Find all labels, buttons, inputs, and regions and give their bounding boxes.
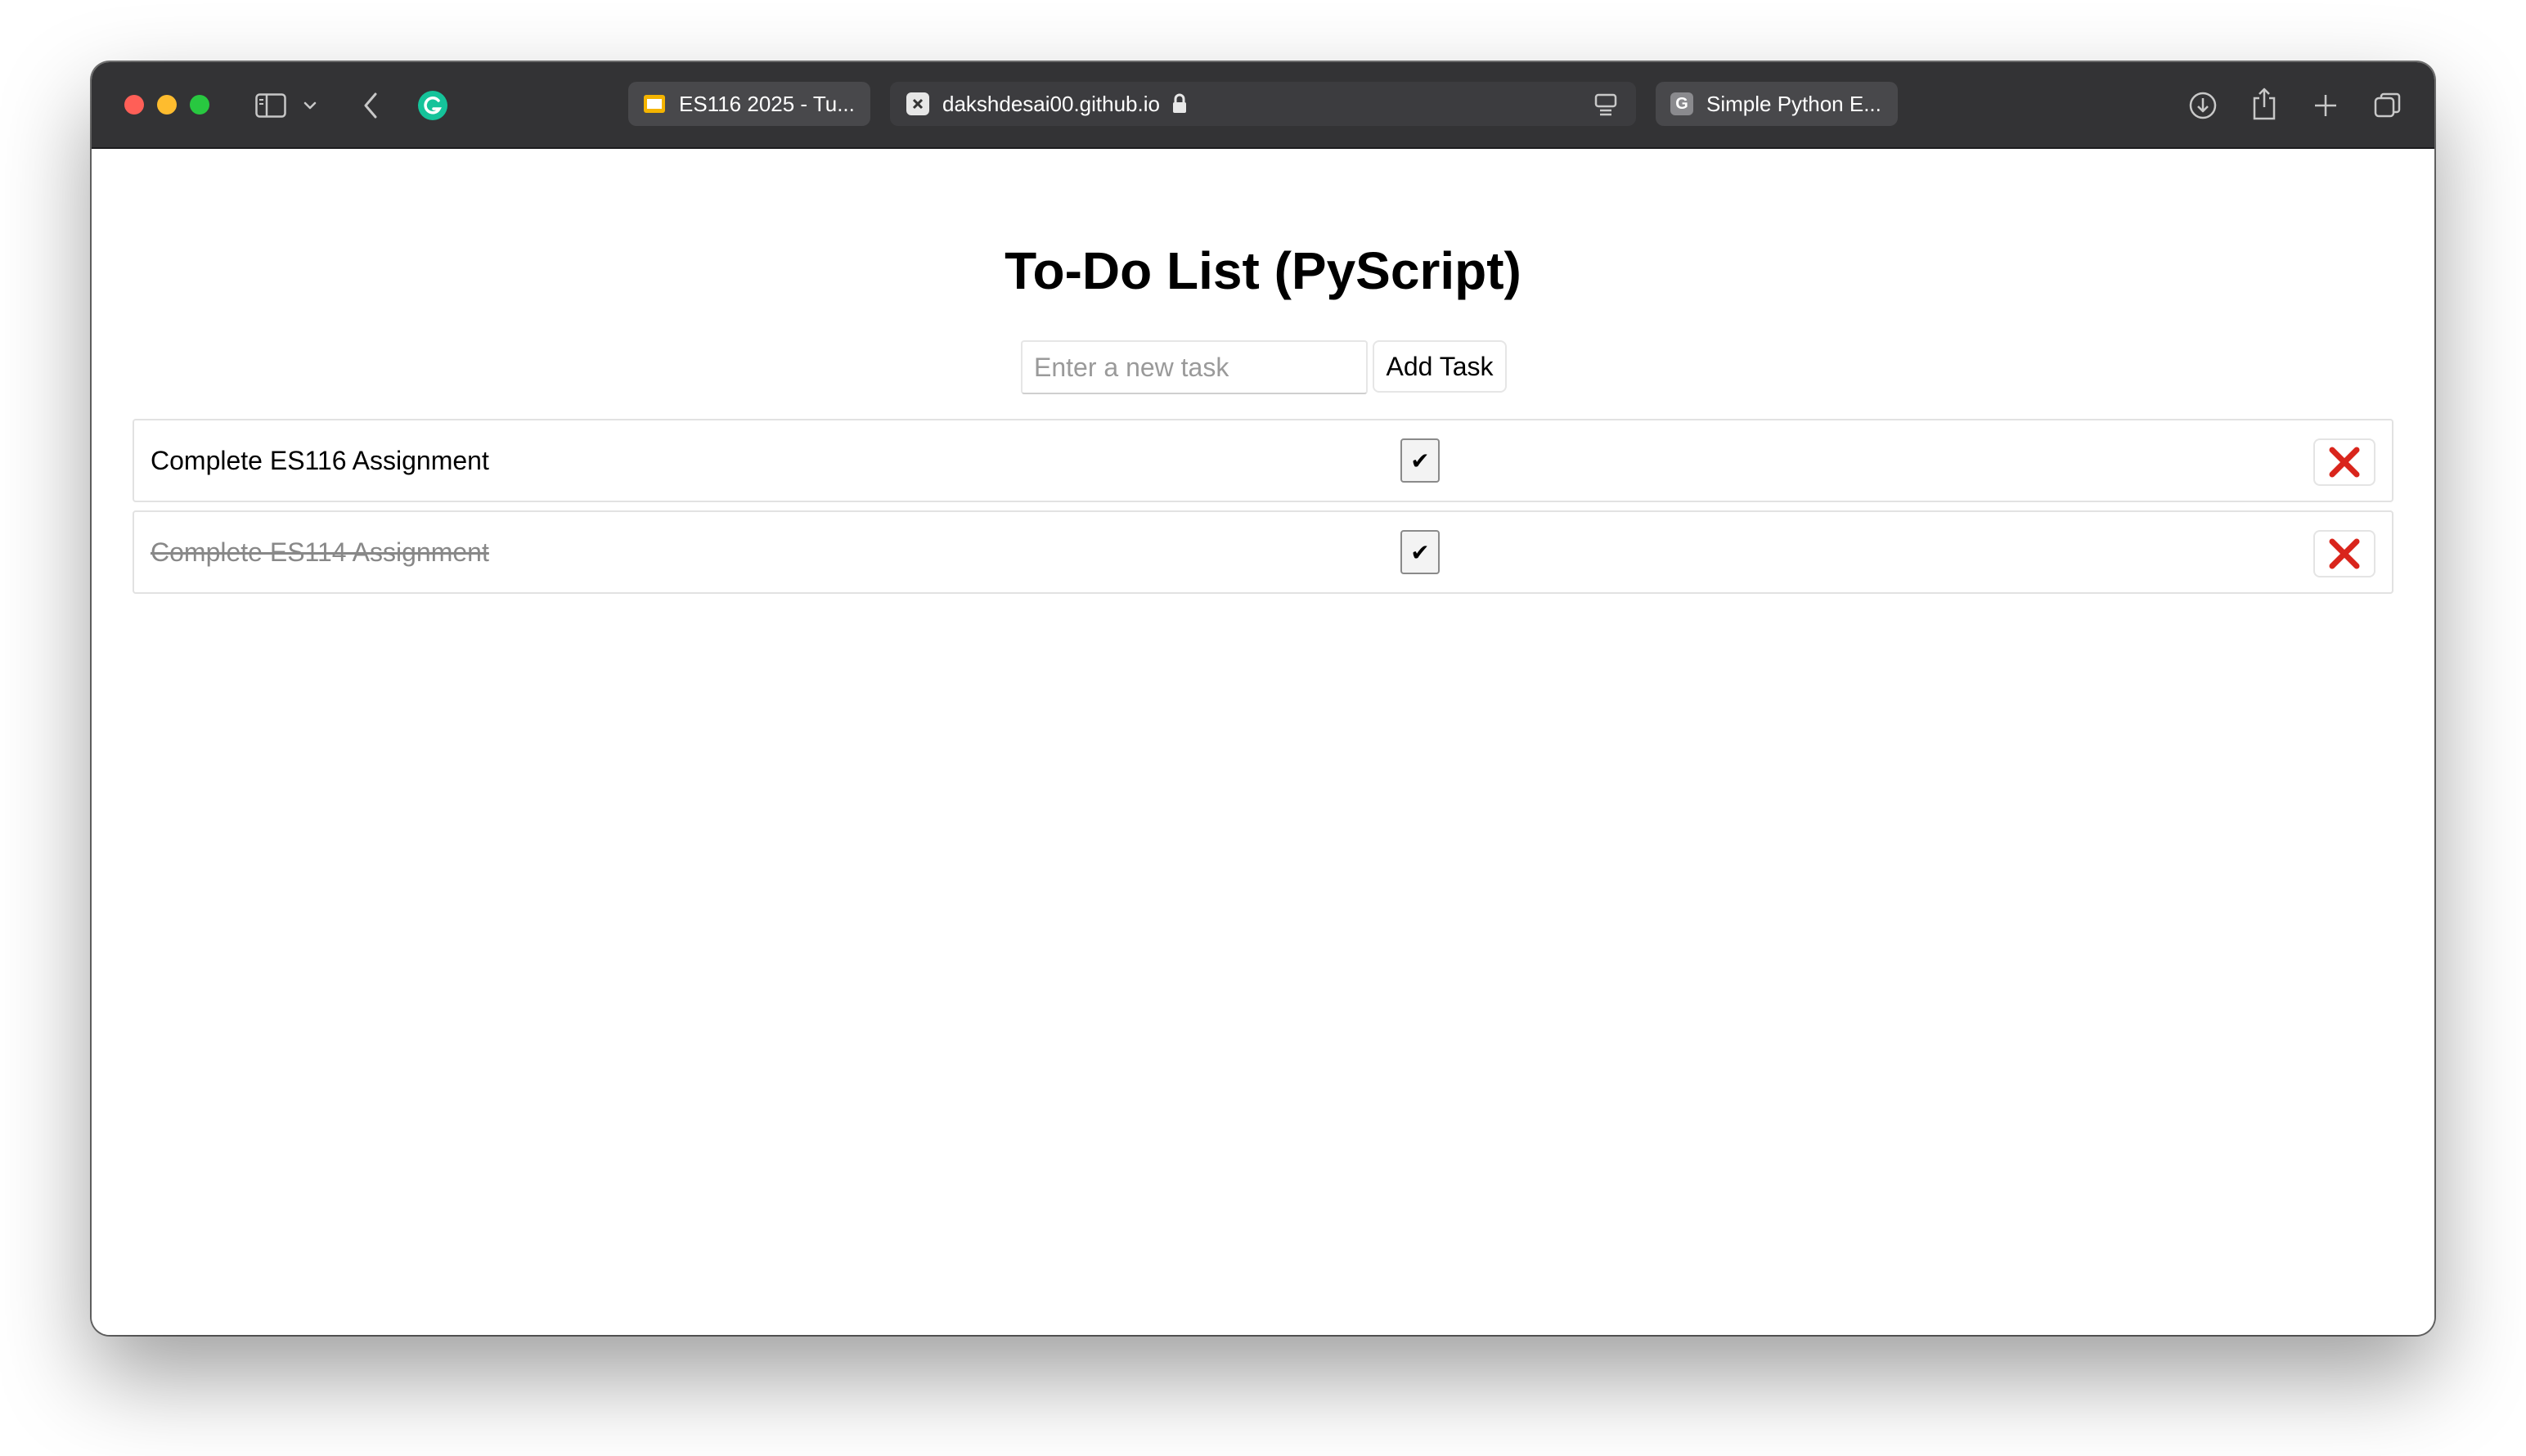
complete-task-button[interactable]: ✔ xyxy=(1400,438,1440,483)
close-window-button[interactable] xyxy=(124,95,144,115)
red-x-icon xyxy=(2327,537,2362,571)
red-x-icon xyxy=(2327,445,2362,479)
tab-overview-icon[interactable] xyxy=(2372,90,2403,121)
g-favicon-icon: G xyxy=(1670,92,1693,115)
new-tab-plus-icon[interactable] xyxy=(2312,92,2339,119)
task-row: Complete ES116 Assignment ✔ xyxy=(133,419,2393,502)
download-icon[interactable] xyxy=(2187,90,2218,121)
grammarly-extension-icon[interactable] xyxy=(416,88,450,123)
page-content: To-Do List (PyScript) Add Task Complete … xyxy=(92,149,2434,1335)
sidebar-toggle-icon[interactable] xyxy=(254,92,288,119)
share-icon[interactable] xyxy=(2250,85,2279,123)
task-text: Complete ES116 Assignment xyxy=(151,445,489,475)
add-task-button[interactable]: Add Task xyxy=(1373,340,1507,393)
browser-toolbar: ES116 2025 - Tu... dakshdesai00.github.i… xyxy=(92,62,2434,149)
delete-task-button[interactable] xyxy=(2313,438,2375,486)
lock-icon xyxy=(1171,93,1188,115)
complete-task-button[interactable]: ✔ xyxy=(1400,530,1440,574)
tab-es116[interactable]: ES116 2025 - Tu... xyxy=(628,82,870,126)
browser-window: ES116 2025 - Tu... dakshdesai00.github.i… xyxy=(92,62,2434,1335)
tab-current-address[interactable]: dakshdesai00.github.io xyxy=(890,82,1636,126)
back-arrow-icon[interactable] xyxy=(358,90,383,121)
page-title: To-Do List (PyScript) xyxy=(1005,241,1521,300)
tab-simple-python[interactable]: G Simple Python E... xyxy=(1656,82,1898,126)
x-box-icon xyxy=(906,92,929,115)
task-text-completed: Complete ES114 Assignment xyxy=(151,537,489,567)
chevron-down-icon[interactable] xyxy=(301,95,319,116)
slides-icon xyxy=(643,92,666,115)
reader-mode-icon[interactable] xyxy=(1593,92,1618,117)
delete-task-button[interactable] xyxy=(2313,530,2375,577)
maximize-window-button[interactable] xyxy=(190,95,209,115)
minimize-window-button[interactable] xyxy=(157,95,177,115)
task-row: Complete ES114 Assignment ✔ xyxy=(133,510,2393,594)
new-task-input[interactable] xyxy=(1021,340,1368,394)
